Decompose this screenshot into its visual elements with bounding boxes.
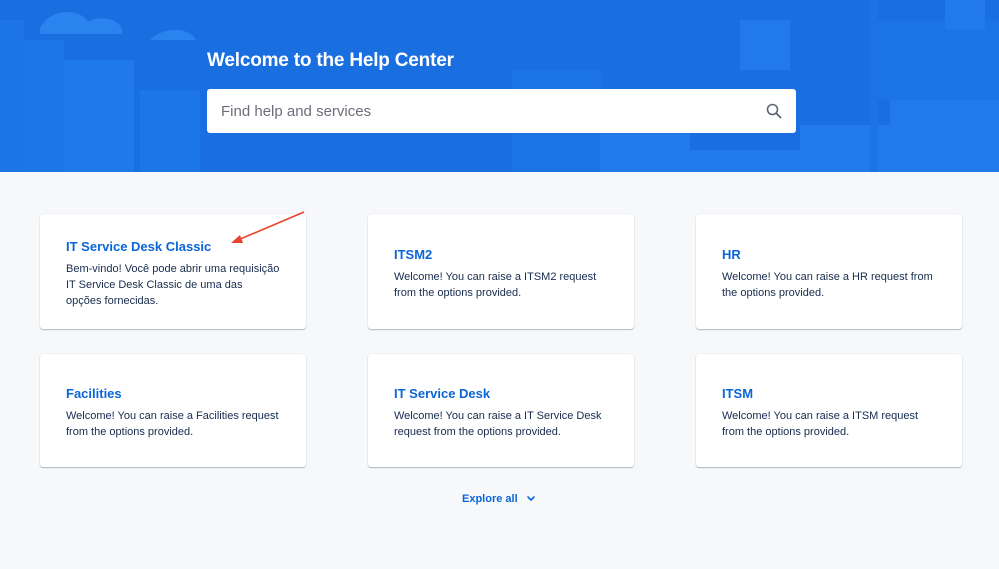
portal-card-description: Welcome! You can raise a ITSM2 request f… xyxy=(394,271,597,299)
portal-card-it-service-desk-classic[interactable]: IT Service Desk Classic Bem-vindo! Você … xyxy=(40,214,306,329)
portal-card-title[interactable]: ITSM2 xyxy=(394,247,608,262)
search-input[interactable] xyxy=(207,89,747,133)
explore-all-label[interactable]: Explore all xyxy=(462,493,518,505)
portal-card-hr[interactable]: HR Welcome! You can raise a HR request f… xyxy=(696,214,962,329)
portal-card-title[interactable]: ITSM xyxy=(722,386,936,401)
portal-card-itsm2[interactable]: ITSM2 Welcome! You can raise a ITSM2 req… xyxy=(368,214,634,329)
portal-card-description: Bem-vindo! Você pode abrir uma requisiçã… xyxy=(66,263,280,307)
portal-card-title[interactable]: Facilities xyxy=(66,386,280,401)
search-icon[interactable] xyxy=(766,103,782,119)
search-box[interactable] xyxy=(207,89,796,133)
hero-banner: Welcome to the Help Center xyxy=(0,0,999,172)
portal-card-description: Welcome! You can raise a ITSM request fr… xyxy=(722,410,919,438)
portal-card-description: Welcome! You can raise a IT Service Desk… xyxy=(394,410,602,438)
portal-card-facilities[interactable]: Facilities Welcome! You can raise a Faci… xyxy=(40,354,306,467)
portal-card-description: Welcome! You can raise a Facilities requ… xyxy=(66,410,279,438)
portal-card-title[interactable]: IT Service Desk xyxy=(394,386,608,401)
portal-card-title[interactable]: IT Service Desk Classic xyxy=(66,239,280,254)
explore-all-button[interactable]: Explore all xyxy=(462,493,536,505)
portal-card-title[interactable]: HR xyxy=(722,247,936,262)
portal-card-it-service-desk[interactable]: IT Service Desk Welcome! You can raise a… xyxy=(368,354,634,467)
skyline-illustration xyxy=(0,0,999,172)
portal-card-itsm[interactable]: ITSM Welcome! You can raise a ITSM reque… xyxy=(696,354,962,467)
portal-card-description: Welcome! You can raise a HR request from… xyxy=(722,271,933,299)
chevron-down-icon[interactable] xyxy=(526,495,536,503)
page-title: Welcome to the Help Center xyxy=(207,50,454,71)
